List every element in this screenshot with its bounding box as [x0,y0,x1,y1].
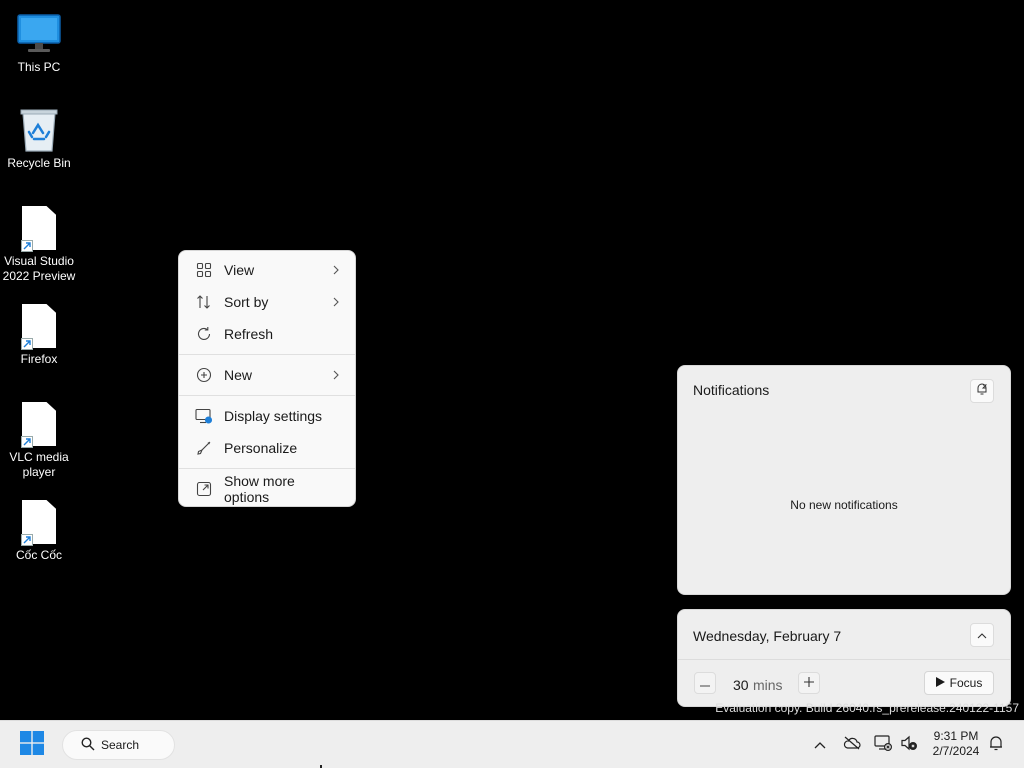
menu-item-label: Show more options [224,473,295,505]
bell-snooze-icon [975,382,989,401]
network-button[interactable] [873,734,893,756]
menu-separator [179,354,355,355]
calendar-date: Wednesday, February 7 [693,628,842,644]
menu-item-display-settings[interactable]: Display settings [183,400,351,432]
menu-item-new[interactable]: New [183,359,351,391]
decrease-focus-button[interactable] [694,672,716,694]
plus-circle-icon [195,366,213,384]
desktop-icon-visual-studio[interactable]: Visual Studio 2022 Preview [2,204,76,284]
search-icon [81,736,95,754]
menu-item-label: View [224,262,255,278]
notification-center: Notifications No new notifications [677,365,1011,595]
focus-button[interactable]: Focus [924,671,994,695]
clock-date: 2/7/2024 [932,744,980,758]
desktop-context-menu: View Sort by Refresh New Display setting… [178,250,356,507]
no-notifications-text: No new notifications [790,498,898,512]
file-shortcut-icon [15,400,63,448]
chevron-right-icon [331,370,341,380]
show-hidden-icons-button[interactable] [810,735,830,755]
menu-item-label: Sort by [224,294,269,310]
recycle-bin-icon [15,106,63,154]
desktop-icon-label: Cốc Cốc [15,548,62,562]
calendar-panel: Wednesday, February 7 30 mins Focus [677,609,1011,707]
menu-separator [179,395,355,396]
menu-item-label: Personalize [224,440,298,456]
divider [678,659,1010,660]
chevron-right-icon [331,297,341,307]
taskbar: Search 9:31 PM 2/7/2024 [0,720,1024,768]
desktop-icon-recycle-bin[interactable]: Recycle Bin [2,106,76,171]
increase-focus-button[interactable] [798,672,820,694]
desktop-icon-label: Recycle Bin [7,156,71,170]
onedrive-offline-button[interactable] [842,735,862,755]
collapse-calendar-button[interactable] [970,623,994,647]
focus-button-label: Focus [949,676,983,690]
volume-muted-icon [900,735,918,756]
desktop-icon-this-pc[interactable]: This PC [2,10,76,75]
desktop-icon-coc-coc[interactable]: Cốc Cốc [2,498,76,563]
taskbar-search[interactable]: Search [62,730,175,760]
display-settings-icon [195,407,213,425]
notifications-button[interactable] [986,735,1006,755]
start-button[interactable] [18,730,46,760]
notifications-title: Notifications [693,382,770,398]
network-disconnected-icon [874,734,893,756]
monitor-icon [15,10,63,58]
do-not-disturb-button[interactable] [970,379,994,403]
plus-icon [804,674,814,692]
menu-item-sort-by[interactable]: Sort by [183,286,351,318]
menu-item-label: Refresh [224,326,274,342]
minus-icon [700,674,710,692]
bell-icon [989,735,1003,756]
shortcut-arrow-icon [21,338,33,350]
focus-minutes-unit: mins [753,677,783,693]
shortcut-arrow-icon [21,240,33,252]
refresh-icon [195,325,213,343]
desktop-icon-label: Visual Studio 2022 Preview [2,254,76,283]
focus-minutes-value: 30 [733,677,749,693]
shortcut-arrow-icon [21,534,33,546]
file-shortcut-icon [15,302,63,350]
file-shortcut-icon [15,204,63,252]
menu-separator [179,468,355,469]
file-shortcut-icon [15,498,63,546]
menu-item-show-more-options[interactable]: Show more options [183,473,351,505]
brush-icon [195,439,213,457]
desktop-icon-label: VLC media player [9,450,69,479]
play-icon [935,676,945,690]
evaluation-watermark: Evaluation copy. Build 26040.rs_prerelea… [715,701,1019,715]
desktop-icon-label: Firefox [20,352,58,366]
desktop-icon-label: This PC [17,60,61,74]
grid-icon [195,261,213,279]
menu-item-refresh[interactable]: Refresh [183,318,351,350]
desktop-icon-firefox[interactable]: Firefox [2,302,76,367]
shortcut-arrow-icon [21,436,33,448]
menu-item-label: New [224,367,253,383]
chevron-right-icon [331,265,341,275]
chevron-up-icon [814,736,826,754]
menu-item-view[interactable]: View [183,254,351,286]
sort-icon [195,293,213,311]
taskbar-clock[interactable]: 9:31 PM 2/7/2024 [926,729,986,759]
cloud-offline-icon [843,736,861,755]
volume-button[interactable] [899,735,919,755]
search-label: Search [101,738,140,752]
menu-item-label: Display settings [224,408,323,424]
desktop-icon-vlc[interactable]: VLC media player [2,400,76,480]
menu-item-personalize[interactable]: Personalize [183,432,351,464]
windows-logo-icon [20,730,44,760]
external-icon [195,480,213,498]
chevron-up-icon [977,626,987,644]
clock-time: 9:31 PM [933,729,979,743]
